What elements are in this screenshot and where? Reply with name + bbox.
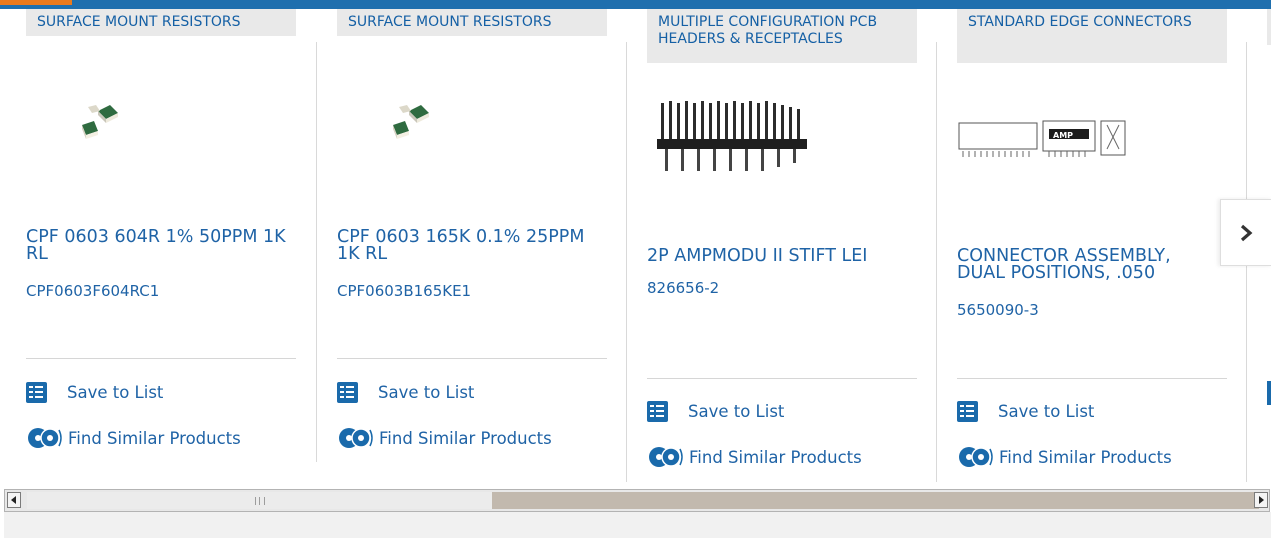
horizontal-scrollbar[interactable] [4, 489, 1270, 512]
product-category[interactable]: SURFACE MOUNT RESISTORS [26, 9, 296, 36]
grip-icon [255, 497, 265, 505]
card-separator [626, 42, 627, 482]
card-separator [936, 42, 937, 482]
find-similar-button[interactable]: Find Similar Products [647, 445, 862, 469]
product-image[interactable] [337, 99, 607, 159]
product-card: SURFACE MOUNT RESISTORS CPF 0603 165K 0.… [337, 9, 607, 448]
smd-resistors-image [82, 105, 118, 139]
save-to-list-label: Save to List [67, 382, 164, 402]
edge-connector-image: AMP [958, 120, 1126, 157]
checklist-icon [647, 400, 668, 422]
top-accent-bar [0, 0, 1271, 9]
find-similar-label: Find Similar Products [999, 447, 1172, 467]
product-card: MULTIPLE CONFIGURATION PCB HEADERS & REC… [647, 9, 917, 467]
arrow-left-icon [11, 496, 16, 504]
card-divider [337, 358, 607, 359]
checklist-icon [957, 400, 978, 422]
gears-icon [649, 447, 683, 467]
gears-icon [28, 428, 62, 448]
card-divider [26, 358, 296, 359]
product-image[interactable] [647, 97, 917, 177]
product-title[interactable]: CPF 0603 604R 1% 50PPM 1K RL [26, 228, 291, 263]
scroll-left-button[interactable] [7, 492, 21, 508]
checklist-icon [337, 381, 358, 403]
save-to-list-label: Save to List [688, 401, 785, 421]
save-to-list-label: Save to List [378, 382, 475, 402]
product-title[interactable]: CONNECTOR ASSEMBLY, DUAL POSITIONS, .050 [957, 247, 1222, 282]
page-bottom-area [4, 512, 1271, 538]
partial-card-save-icon [1267, 381, 1271, 405]
find-similar-button[interactable]: Find Similar Products [337, 426, 552, 450]
save-to-list-label: Save to List [998, 401, 1095, 421]
product-part-number[interactable]: CPF0603B165KE1 [337, 282, 471, 300]
find-similar-button[interactable]: Find Similar Products [957, 445, 1172, 469]
scrollbar-track[interactable] [492, 492, 1259, 509]
product-category[interactable]: SURFACE MOUNT RESISTORS [337, 9, 607, 36]
chevron-right-icon [1240, 224, 1253, 241]
product-card: SURFACE MOUNT RESISTORS CPF 0603 604R 1%… [26, 9, 296, 448]
product-category[interactable]: MULTIPLE CONFIGURATION PCB HEADERS & REC… [647, 9, 917, 63]
product-part-number[interactable]: 5650090-3 [957, 301, 1039, 319]
find-similar-button[interactable]: Find Similar Products [26, 426, 241, 450]
svg-text:AMP: AMP [1053, 131, 1073, 140]
product-title[interactable]: 2P AMPMODU II STIFT LEI [647, 247, 912, 265]
save-to-list-button[interactable]: Save to List [26, 380, 163, 404]
arrow-right-icon [1259, 496, 1264, 504]
product-carousel: SURFACE MOUNT RESISTORS CPF 0603 604R 1%… [0, 9, 1271, 489]
card-divider [957, 378, 1227, 379]
partial-card-category [1267, 9, 1271, 45]
gears-icon [959, 447, 993, 467]
product-part-number[interactable]: CPF0603F604RC1 [26, 282, 159, 300]
find-similar-label: Find Similar Products [689, 447, 862, 467]
product-category[interactable]: STANDARD EDGE CONNECTORS [957, 9, 1227, 63]
card-separator [316, 42, 317, 462]
pin-header-image [657, 101, 807, 171]
find-similar-label: Find Similar Products [68, 428, 241, 448]
save-to-list-button[interactable]: Save to List [647, 399, 784, 423]
scroll-right-button[interactable] [1254, 492, 1268, 508]
scrollbar-thumb[interactable] [27, 492, 492, 509]
product-title[interactable]: CPF 0603 165K 0.1% 25PPM 1K RL [337, 228, 602, 263]
product-image[interactable]: AMP [957, 119, 1227, 169]
orange-accent [0, 0, 72, 5]
gears-icon [339, 428, 373, 448]
product-image[interactable] [26, 99, 296, 159]
smd-resistors-image [393, 105, 429, 139]
save-to-list-button[interactable]: Save to List [337, 380, 474, 404]
carousel-next-button[interactable] [1220, 199, 1271, 266]
card-divider [647, 378, 917, 379]
product-card: STANDARD EDGE CONNECTORS AMP CONNECTOR A… [957, 9, 1227, 467]
product-part-number[interactable]: 826656-2 [647, 279, 719, 297]
find-similar-label: Find Similar Products [379, 428, 552, 448]
checklist-icon [26, 381, 47, 403]
save-to-list-button[interactable]: Save to List [957, 399, 1094, 423]
